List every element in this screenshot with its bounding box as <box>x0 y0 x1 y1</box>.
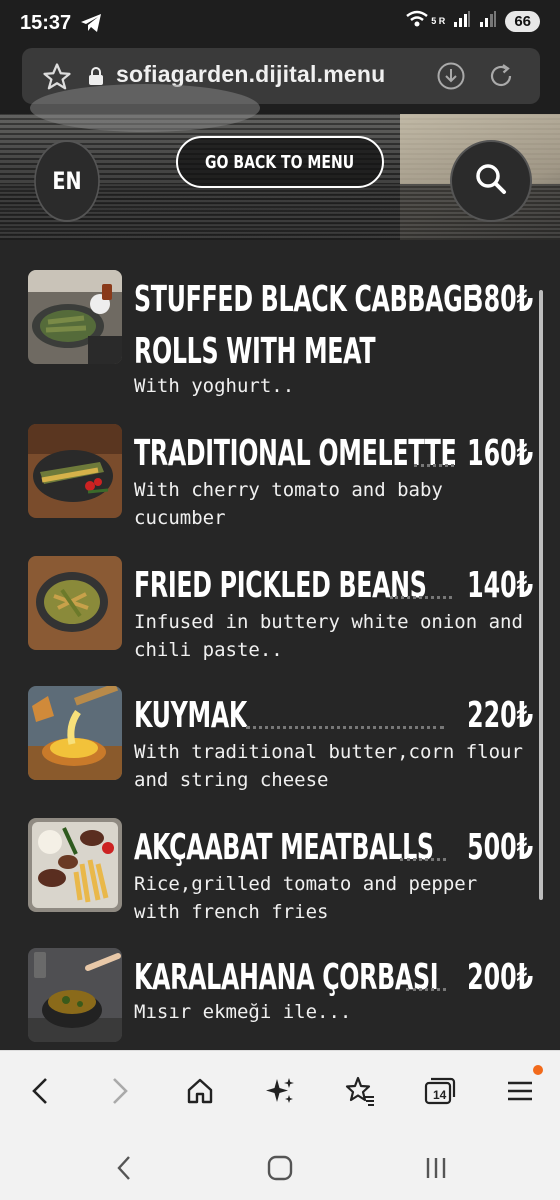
dish-price: 200₺ <box>466 957 533 998</box>
dotted-leader <box>390 596 452 599</box>
go-back-to-menu-button[interactable]: GO BACK TO MENU <box>176 136 384 188</box>
dish-price: 500₺ <box>466 827 533 868</box>
sparkle-icon[interactable] <box>260 1071 300 1111</box>
dish-price: 160₺ <box>466 433 533 474</box>
dotted-leader <box>414 464 454 467</box>
forward-arrow-icon[interactable] <box>100 1071 140 1111</box>
dotted-leader <box>406 988 446 991</box>
dish-price: 220₺ <box>466 695 533 736</box>
scrollbar[interactable] <box>539 290 543 900</box>
menu-item-kuymak[interactable]: KUYMAK 220₺ With traditional butter,corn… <box>28 686 533 796</box>
search-button[interactable] <box>450 140 532 222</box>
dish-name: STUFFED BLACK CABBAGE ROLLS WITH MEAT <box>134 274 479 378</box>
menu-item-karalahana-corbasi[interactable]: KARALAHANA ÇORBASI 200₺ Mısır ekmeği ile… <box>28 948 533 1048</box>
tab-count: 14 <box>433 1088 447 1102</box>
signal-icon <box>453 10 471 32</box>
dish-description: Mısır ekmeği ile... <box>134 1001 352 1023</box>
notification-dot <box>533 1065 543 1075</box>
nav-recents-icon[interactable] <box>416 1148 456 1188</box>
dotted-leader <box>400 858 446 861</box>
battery-indicator: 66 <box>505 10 540 32</box>
status-bar: 15:37 5 R 66 <box>0 0 560 48</box>
dish-image <box>28 818 122 912</box>
dotted-leader <box>246 726 444 729</box>
dish-name: TRADITIONAL OMELETTE <box>134 433 457 474</box>
status-time: 15:37 <box>20 12 72 34</box>
search-icon <box>473 161 509 201</box>
nav-back-icon[interactable] <box>104 1148 144 1188</box>
menu-item-stuffed-cabbage[interactable]: STUFFED BLACK CABBAGE ROLLS WITH MEAT 38… <box>28 270 533 400</box>
dish-name: AKÇAABAT MEATBALLS <box>134 827 434 868</box>
dish-image <box>28 948 122 1042</box>
dish-image <box>28 686 122 780</box>
language-button[interactable]: EN <box>34 140 100 222</box>
dish-description: Rice,grilled tomato and pepper with fren… <box>134 873 478 923</box>
dish-description: With yoghurt.. <box>134 375 295 397</box>
hero-banner: EN GO BACK TO MENU <box>0 84 560 240</box>
dish-image <box>28 556 122 650</box>
dish-name-line-2: ROLLS WITH MEAT <box>134 331 376 372</box>
bookmark-star-icon[interactable] <box>340 1071 380 1111</box>
dish-image <box>28 270 122 364</box>
back-arrow-icon[interactable] <box>20 1071 60 1111</box>
dish-description: With traditional butter,corn flour and s… <box>134 741 523 791</box>
nav-home-icon[interactable] <box>260 1148 300 1188</box>
menu-item-akcaabat-meatballs[interactable]: AKÇAABAT MEATBALLS 500₺ Rice,grilled tom… <box>28 818 533 928</box>
download-icon[interactable] <box>436 61 466 95</box>
tabs-icon[interactable]: 14 <box>420 1071 460 1111</box>
menu-list[interactable]: STUFFED BLACK CABBAGE ROLLS WITH MEAT 38… <box>0 240 560 1050</box>
telegram-icon <box>80 13 102 37</box>
signal-icon <box>479 10 497 32</box>
dish-image <box>28 424 122 518</box>
dish-price: 140₺ <box>466 565 533 606</box>
reload-icon[interactable] <box>486 61 516 95</box>
system-navigation-bar <box>0 1130 560 1200</box>
menu-icon[interactable] <box>500 1071 540 1111</box>
dish-description: With cherry tomato and baby cucumber <box>134 479 443 529</box>
go-back-label: GO BACK TO MENU <box>205 151 355 173</box>
network-label: 5 R <box>431 16 446 26</box>
dish-description: Infused in buttery white onion and chili… <box>134 611 523 661</box>
hero-plate-image <box>30 84 260 132</box>
menu-item-traditional-omelette[interactable]: TRADITIONAL OMELETTE 160₺ With cherry to… <box>28 424 533 534</box>
dish-name: FRIED PICKLED BEANS <box>134 565 427 606</box>
wifi-icon <box>405 10 429 32</box>
menu-item-fried-pickled-beans[interactable]: FRIED PICKLED BEANS 140₺ Infused in butt… <box>28 556 533 666</box>
home-icon[interactable] <box>180 1071 220 1111</box>
dish-name: KARALAHANA ÇORBASI <box>134 957 439 998</box>
dish-price: 380₺ <box>466 279 533 320</box>
dish-name-line-1: STUFFED BLACK CABBAGE <box>134 279 479 320</box>
dish-name: KUYMAK <box>134 695 247 736</box>
browser-toolbar: 14 <box>0 1050 560 1130</box>
